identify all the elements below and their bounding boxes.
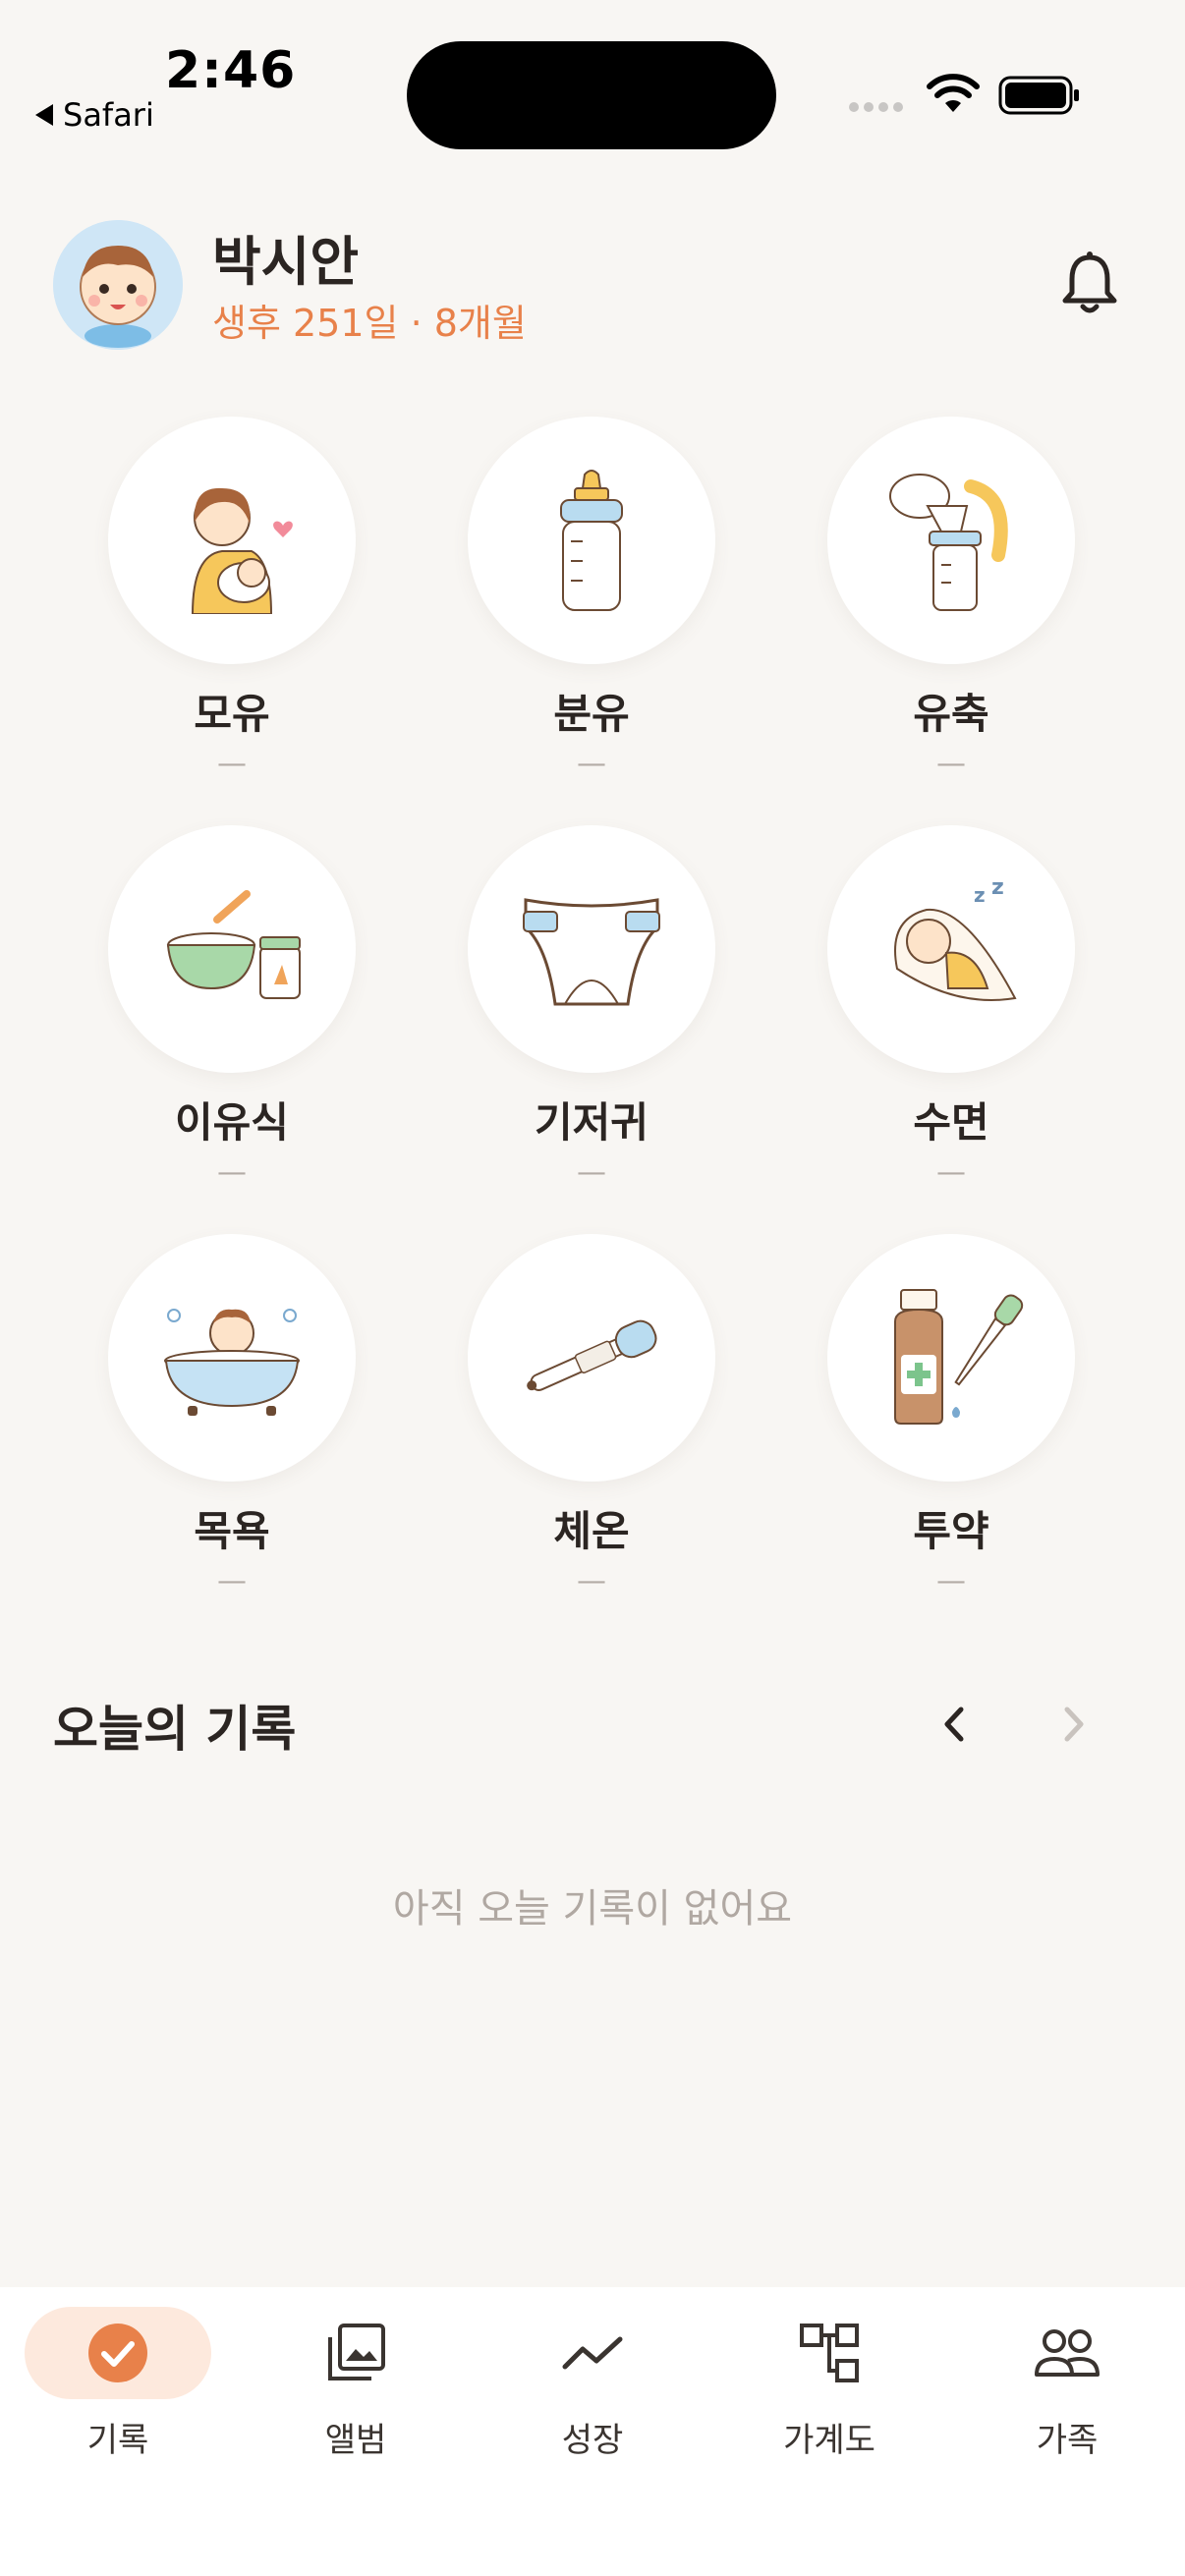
- bell-icon[interactable]: [1059, 250, 1120, 316]
- breastfeeding-icon: [191, 487, 293, 614]
- tab-family-tree[interactable]: 가계도: [731, 2307, 928, 2474]
- tab-label: 성장: [561, 2421, 624, 2460]
- category-label: 수면: [913, 1098, 989, 1147]
- back-to-safari[interactable]: Safari: [35, 96, 154, 134]
- category-value: —: [936, 1155, 966, 1190]
- category-bath[interactable]: 목욕 —: [85, 1234, 379, 1598]
- category-value: —: [577, 747, 606, 781]
- bath-icon: [164, 1309, 300, 1416]
- tab-family[interactable]: 가족: [969, 2307, 1165, 2474]
- tab-records[interactable]: 기록: [20, 2307, 216, 2474]
- chart-line-icon: [562, 2336, 623, 2370]
- category-formula[interactable]: 분유 —: [444, 417, 739, 781]
- tab-album[interactable]: 앨범: [257, 2307, 454, 2474]
- svg-text:z: z: [991, 880, 1004, 900]
- chevron-left-icon[interactable]: [933, 1700, 977, 1749]
- category-medicine[interactable]: 투약 —: [804, 1234, 1099, 1598]
- breast-pump-icon: [889, 474, 1008, 611]
- category-temperature[interactable]: 체온 —: [444, 1234, 739, 1598]
- category-label: 체온: [553, 1507, 630, 1555]
- tab-label: 가족: [1036, 2421, 1099, 2460]
- album-icon: [328, 2324, 385, 2380]
- back-arrow-icon: [35, 104, 53, 126]
- category-baby-food[interactable]: 이유식 —: [85, 825, 379, 1190]
- chevron-right-icon[interactable]: [1051, 1700, 1095, 1749]
- category-breastfeeding[interactable]: 모유 —: [85, 417, 379, 781]
- back-label: Safari: [63, 96, 154, 134]
- category-value: —: [577, 1155, 606, 1190]
- check-circle-icon: [88, 2324, 147, 2382]
- category-label: 투약: [913, 1507, 989, 1555]
- category-value: —: [217, 1155, 247, 1190]
- baby-food-icon: [166, 890, 301, 999]
- category-label: 유축: [913, 690, 989, 738]
- category-label: 목욕: [194, 1507, 270, 1555]
- svg-text:z: z: [974, 883, 986, 907]
- tab-label: 가계도: [783, 2421, 875, 2460]
- category-value: —: [936, 1564, 966, 1598]
- tab-label: 앨범: [324, 2421, 387, 2460]
- baby-face-icon: [53, 220, 183, 350]
- baby-avatar[interactable]: [53, 220, 183, 350]
- medicine-icon: [894, 1289, 1024, 1425]
- category-diaper[interactable]: 기저귀 —: [444, 825, 739, 1190]
- category-sleep[interactable]: z z 수면 —: [804, 825, 1099, 1190]
- battery-icon: [998, 76, 1079, 115]
- category-value: —: [936, 747, 966, 781]
- baby-bottle-icon: [560, 470, 623, 611]
- category-value: —: [577, 1564, 606, 1598]
- cellular-signal-icon: [849, 102, 903, 112]
- status-bar: 2:46 Safari: [0, 0, 1185, 149]
- category-pumping[interactable]: 유축 —: [804, 417, 1099, 781]
- baby-age: 생후 251일 · 8개월: [212, 302, 527, 345]
- dynamic-island: [407, 41, 776, 149]
- category-label: 모유: [194, 690, 270, 738]
- today-section-title: 오늘의 기록: [53, 1701, 297, 1758]
- category-label: 이유식: [175, 1098, 289, 1147]
- family-tree-icon: [800, 2324, 859, 2382]
- thermometer-icon: [527, 1319, 657, 1391]
- tab-growth[interactable]: 성장: [494, 2307, 691, 2474]
- bottom-tab-bar: 기록 앨범 성장 가계도 가족: [0, 2287, 1185, 2576]
- category-value: —: [217, 747, 247, 781]
- today-empty-message: 아직 오늘 기록이 없어요: [392, 1886, 793, 1932]
- tab-label: 기록: [86, 2421, 149, 2460]
- status-time: 2:46: [165, 41, 297, 100]
- sleeping-baby-icon: z z: [894, 880, 1017, 1001]
- people-icon: [1035, 2329, 1100, 2377]
- category-value: —: [217, 1564, 247, 1598]
- diaper-icon: [523, 898, 660, 1006]
- category-label: 분유: [553, 690, 630, 738]
- category-label: 기저귀: [535, 1098, 649, 1147]
- wifi-icon: [927, 74, 980, 112]
- baby-name[interactable]: 박시안: [212, 218, 359, 296]
